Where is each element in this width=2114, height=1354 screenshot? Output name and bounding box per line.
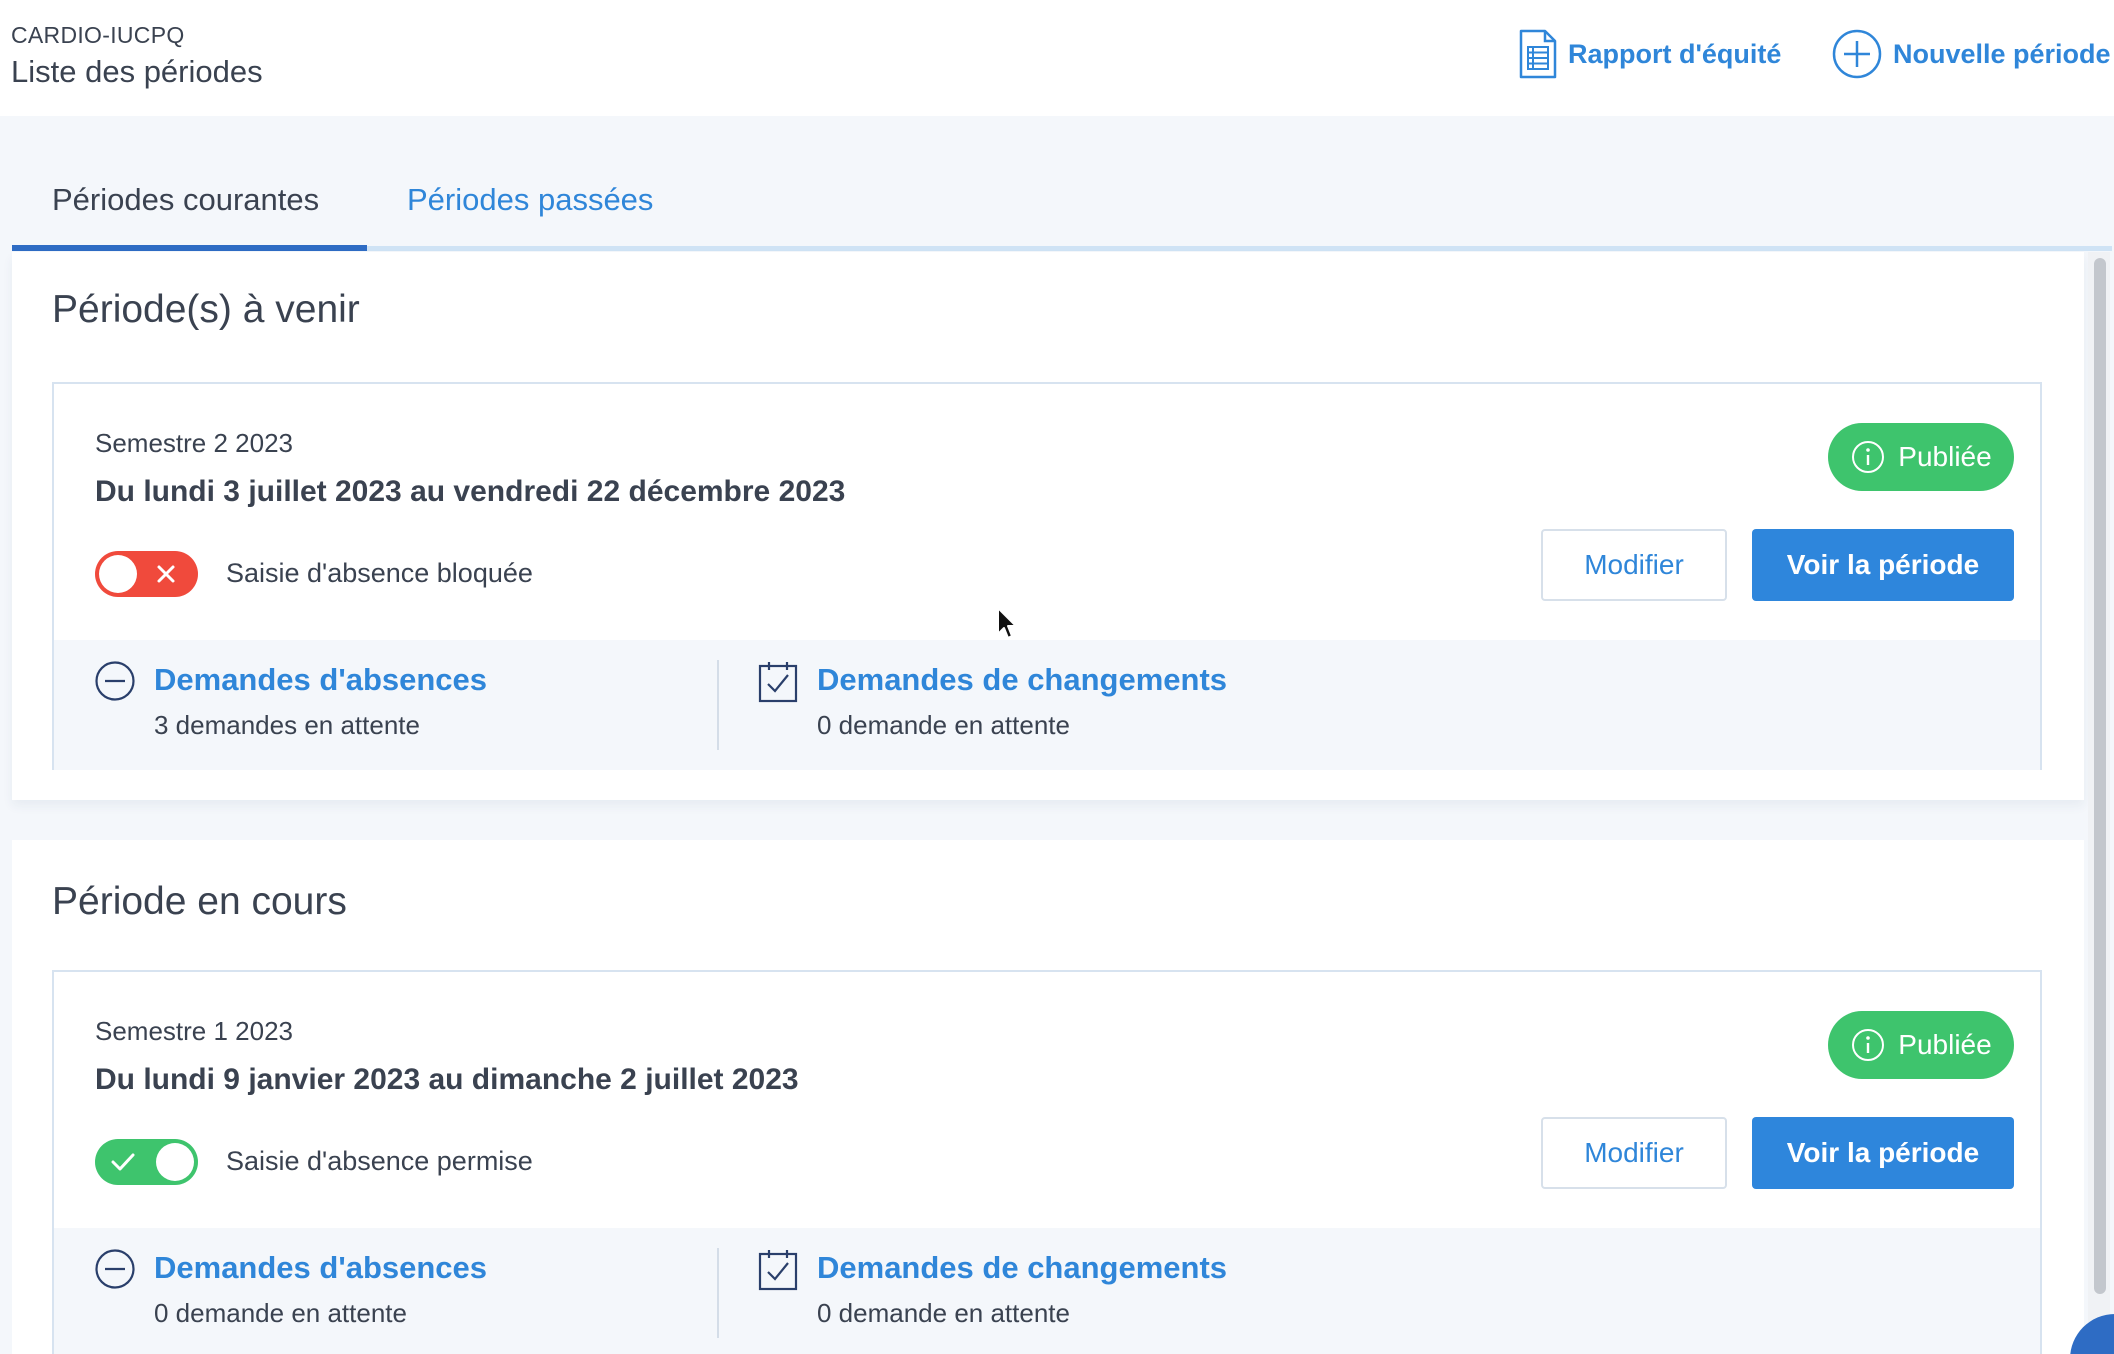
toggle-knob [99,555,137,593]
info-circle-icon [1852,441,1885,473]
period-name: Semestre 1 2023 [95,1016,294,1046]
toggle-knob [156,1143,194,1181]
scrollbar-thumb[interactable] [2094,258,2106,1294]
upcoming-periods-section: Période(s) à venir Semestre 2 2023 Du lu… [12,252,2084,800]
stats-divider [717,1248,719,1338]
absence-requests-count: 3 demandes en attente [154,710,420,740]
info-circle-icon [1852,1029,1885,1061]
vertical-scrollbar[interactable] [2088,252,2110,1354]
requests-summary: Demandes d'absences 0 demande en attente… [54,1228,2040,1354]
plus-circle-icon [1832,29,1882,79]
section-title: Période(s) à venir [52,288,360,331]
status-badge: Publiée [1828,423,2014,491]
absence-requests-count: 0 demande en attente [154,1298,407,1328]
absence-entry-label: Saisie d'absence permise [226,1146,533,1176]
tab-past-periods[interactable]: Périodes passées [407,182,653,218]
period-tabs: Périodes courantes Périodes passées [12,160,2112,252]
change-requests-title[interactable]: Demandes de changements [817,1250,1227,1286]
active-tab-indicator [12,245,367,251]
absence-entry-label: Saisie d'absence bloquée [226,558,533,588]
change-requests-title[interactable]: Demandes de changements [817,662,1227,698]
equity-report-button[interactable]: Rapport d'équité [1518,26,1781,82]
minus-circle-icon [95,1249,135,1289]
period-dates: Du lundi 3 juillet 2023 au vendredi 22 d… [95,475,846,508]
app-header: CARDIO-IUCPQ Liste des périodes Rapport … [0,0,2114,116]
absence-requests-title[interactable]: Demandes d'absences [154,1250,487,1286]
stats-divider [717,660,719,750]
document-list-icon [1519,29,1557,79]
status-label: Publiée [1898,1029,1992,1060]
change-requests-count: 0 demande en attente [817,710,1070,740]
section-title: Période en cours [52,880,347,923]
calendar-check-icon [758,1250,798,1291]
view-period-button[interactable]: Voir la période [1752,529,2014,601]
new-period-label: Nouvelle période [1893,38,2111,69]
x-icon [157,565,175,583]
change-requests-count: 0 demande en attente [817,1298,1070,1328]
edit-period-button[interactable]: Modifier [1541,529,1727,601]
edit-period-button[interactable]: Modifier [1541,1117,1727,1189]
absence-entry-toggle[interactable] [95,1139,198,1185]
period-card: Semestre 1 2023 Du lundi 9 janvier 2023 … [52,970,2042,1354]
period-name: Semestre 2 2023 [95,428,294,458]
equity-report-label: Rapport d'équité [1568,38,1782,69]
check-icon [111,1153,135,1171]
status-label: Publiée [1898,441,1992,472]
page-title: Liste des périodes [11,54,263,89]
absence-requests-title[interactable]: Demandes d'absences [154,662,487,698]
requests-summary: Demandes d'absences 3 demandes en attent… [54,640,2040,770]
minus-circle-icon [95,661,135,701]
absence-entry-toggle[interactable] [95,551,198,597]
organization-name: CARDIO-IUCPQ [11,22,185,48]
tab-current-periods[interactable]: Périodes courantes [52,182,319,218]
current-period-section: Période en cours Semestre 1 2023 Du lund… [12,840,2084,1354]
period-dates: Du lundi 9 janvier 2023 au dimanche 2 ju… [95,1063,799,1096]
view-period-button[interactable]: Voir la période [1752,1117,2014,1189]
new-period-button[interactable]: Nouvelle période [1831,26,2111,82]
status-badge: Publiée [1828,1011,2014,1079]
period-card: Semestre 2 2023 Du lundi 3 juillet 2023 … [52,382,2042,770]
mouse-cursor-icon [997,607,1017,639]
calendar-check-icon [758,662,798,703]
